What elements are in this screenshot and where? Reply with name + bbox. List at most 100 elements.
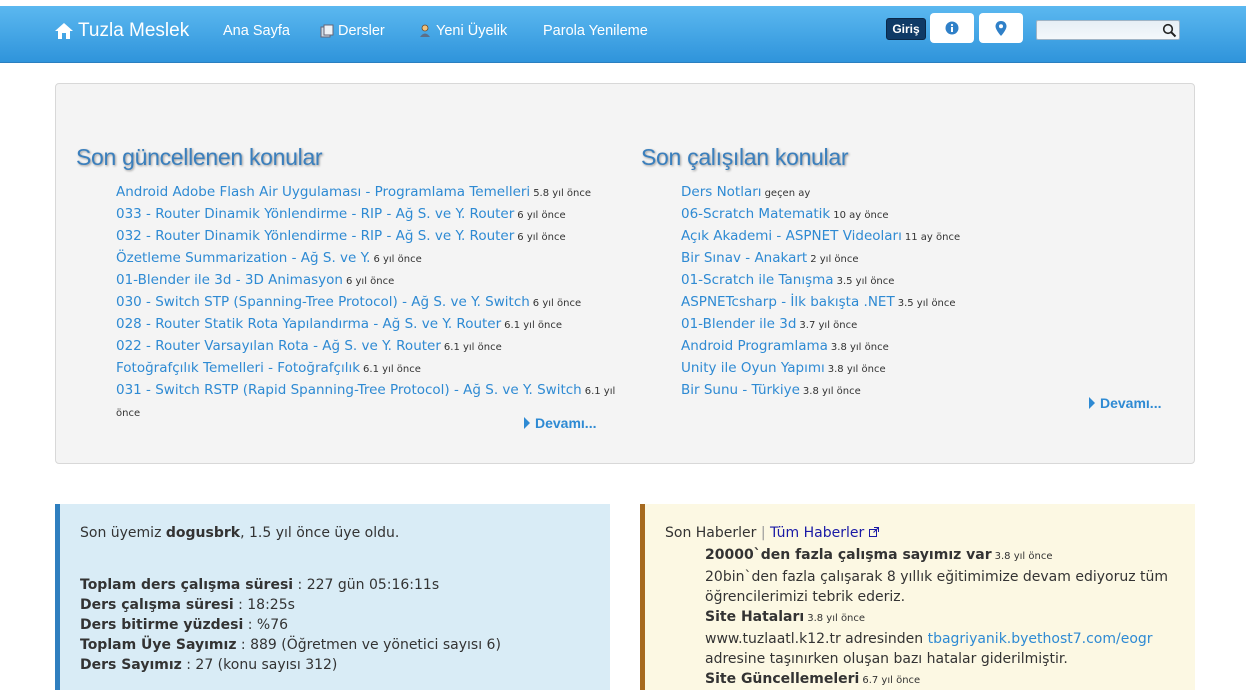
news-panel: Son Haberler | Tüm Haberler 20000`den fa… <box>640 504 1195 690</box>
topic-age: 3.8 yıl önce <box>830 342 889 353</box>
stat-line: Ders çalışma süresi : 18:25s <box>80 595 501 615</box>
topic-link[interactable]: 01-Blender ile 3d <box>681 316 796 332</box>
top-navbar: Tuzla Meslek Ana Sayfa Dersler Yeni Üyel… <box>0 6 1246 63</box>
list-item: Ders Notları geçen ay <box>681 182 1181 204</box>
topic-age: geçen ay <box>764 188 811 199</box>
topic-age: 6 yıl önce <box>517 210 566 221</box>
topic-age: 5.8 yıl önce <box>533 188 592 199</box>
topic-link[interactable]: ASPNETcsharp - İlk bakışta .NET <box>681 294 895 310</box>
topic-age: 11 ay önce <box>904 232 961 243</box>
search-input[interactable] <box>1036 20 1180 40</box>
stats-panel: Son üyemiz dogusbrk, 1.5 yıl önce üye ol… <box>55 504 610 690</box>
topic-link[interactable]: Bir Sınav - Anakart <box>681 250 807 266</box>
stat-label: Toplam ders çalışma süresi <box>80 577 294 593</box>
list-item: Bir Sınav - Anakart 2 yıl önce <box>681 248 1181 270</box>
news-body-text: adresine taşınırken oluşan bazı hatalar … <box>705 651 1068 667</box>
list-item: Açık Akademi - ASPNET Videoları 11 ay önc… <box>681 226 1181 248</box>
list-item: Unity ile Oyun Yapımı 3.8 yıl önce <box>681 358 1181 380</box>
topic-link[interactable]: 030 - Switch STP (Spanning-Tree Protocol… <box>116 294 530 310</box>
list-item: ASPNETcsharp - İlk bakışta .NET 3.5 yıl ö… <box>681 292 1181 314</box>
topic-link[interactable]: Açık Akademi - ASPNET Videoları <box>681 228 902 244</box>
info-icon <box>945 21 959 35</box>
topic-age: 3.8 yıl önce <box>827 364 886 375</box>
topic-link[interactable]: 01-Scratch ile Tanışma <box>681 272 834 288</box>
pages-icon <box>320 24 334 38</box>
topic-link[interactable]: 032 - Router Dinamik Yönlendirme - RIP -… <box>116 228 514 244</box>
news-item-title: 20000`den fazla çalışma sayımız var <box>705 547 992 563</box>
news-header: Son Haberler | Tüm Haberler <box>665 525 879 541</box>
topic-link[interactable]: 033 - Router Dinamik Yönlendirme - RIP -… <box>116 206 514 222</box>
news-separator: | <box>756 525 771 541</box>
external-link-icon <box>868 527 879 537</box>
list-item: 032 - Router Dinamik Yönlendirme - RIP -… <box>116 226 636 248</box>
topic-link[interactable]: Unity ile Oyun Yapımı <box>681 360 825 376</box>
topic-link[interactable]: 031 - Switch RSTP (Rapid Spanning-Tree P… <box>116 382 582 398</box>
news-item-title: Site Hataları <box>705 609 805 625</box>
stat-label: Ders bitirme yüzdesi <box>80 617 244 633</box>
nav-parola-yenileme[interactable]: Parola Yenileme <box>543 23 648 39</box>
stat-line: Ders Sayımız : 27 (konu sayısı 312) <box>80 655 501 675</box>
topic-link[interactable]: Android Adobe Flash Air Uygulaması - Pro… <box>116 184 530 200</box>
topic-link[interactable]: Özetleme Summarization - Ağ S. ve Y. <box>116 250 370 266</box>
stat-line: Toplam ders çalışma süresi : 227 gün 05:… <box>80 575 501 595</box>
list-item: 030 - Switch STP (Spanning-Tree Protocol… <box>116 292 636 314</box>
news-item-age: 3.8 yıl önce <box>807 613 866 624</box>
caret-right-icon <box>1089 397 1095 409</box>
latest-member-text: Son üyemiz dogusbrk, 1.5 yıl önce üye ol… <box>80 525 399 541</box>
nav-ana-sayfa-label: Ana Sayfa <box>223 23 290 39</box>
topic-age: 6.1 yıl önce <box>363 364 421 375</box>
list-item: 01-Blender ile 3d - 3D Animasyon 6 yıl ön… <box>116 270 636 292</box>
latest-member-name: dogusbrk <box>165 525 241 541</box>
stat-value: : 27 (konu sayısı 312) <box>181 657 338 673</box>
news-item: Site Güncellemeleri 6.7 yıl önce <box>705 669 1175 690</box>
user-add-icon <box>420 24 430 37</box>
topic-link[interactable]: 022 - Router Varsayılan Rota - Ağ S. ve … <box>116 338 441 354</box>
list-item: 022 - Router Varsayılan Rota - Ağ S. ve … <box>116 336 636 358</box>
stat-value: : %76 <box>243 617 289 633</box>
list-item: Android Adobe Flash Air Uygulaması - Pro… <box>116 182 636 204</box>
topic-age: 3.7 yıl önce <box>799 320 858 331</box>
nav-parola-yenileme-label: Parola Yenileme <box>543 23 648 39</box>
topics-panel: Son güncellenen konular Android Adobe Fl… <box>55 83 1195 464</box>
recent-studied-list: Ders Notları geçen ay 06-Scratch Matematik… <box>641 182 1181 402</box>
stat-label: Toplam Üye Sayımız <box>80 637 237 653</box>
list-item: Fotoğrafçılık Temelleri - Fotoğrafçılık 6… <box>116 358 636 380</box>
topic-age: 3.5 yıl önce <box>897 298 956 309</box>
topic-link[interactable]: Bir Sunu - Türkiye <box>681 382 800 398</box>
list-item: 01-Scratch ile Tanışma 3.5 yıl önce <box>681 270 1181 292</box>
topic-link[interactable]: Android Programlama <box>681 338 828 354</box>
recent-updated-more-link[interactable]: Devamı... <box>524 415 596 431</box>
map-marker-icon <box>995 20 1007 36</box>
list-item: 028 - Router Statik Rota Yapılandırma - … <box>116 314 636 336</box>
recent-studied-section: Son çalışılan konular Ders Notları geçen … <box>641 144 1181 402</box>
recent-studied-more-link[interactable]: Devamı... <box>1089 395 1161 411</box>
search-icon[interactable] <box>1162 23 1177 38</box>
location-button[interactable] <box>979 13 1023 43</box>
nav-ana-sayfa[interactable]: Ana Sayfa <box>223 23 290 39</box>
stat-line: Ders bitirme yüzdesi : %76 <box>80 615 501 635</box>
info-button[interactable] <box>930 13 974 43</box>
topic-link[interactable]: 028 - Router Statik Rota Yapılandırma - … <box>116 316 501 332</box>
all-news-link[interactable]: Tüm Haberler <box>770 525 864 541</box>
topic-link[interactable]: 06-Scratch Matematik <box>681 206 830 222</box>
topic-link[interactable]: 01-Blender ile 3d - 3D Animasyon <box>116 272 343 288</box>
nav-yeni-uyelik[interactable]: Yeni Üyelik <box>418 23 507 39</box>
login-button[interactable]: Giriş <box>886 18 926 40</box>
more-label: Devamı... <box>1100 395 1162 411</box>
stat-value: : 227 gün 05:16:11s <box>293 577 440 593</box>
stat-line: Toplam Üye Sayımız : 889 (Öğretmen ve yö… <box>80 635 501 655</box>
nav-dersler[interactable]: Dersler <box>320 23 385 39</box>
list-item: 06-Scratch Matematik 10 ay önce <box>681 204 1181 226</box>
news-item: Site Hataları 3.8 yıl önce <box>705 607 1175 629</box>
topic-link[interactable]: Fotoğrafçılık Temelleri - Fotoğrafçılık <box>116 360 360 376</box>
list-item: 01-Blender ile 3d 3.7 yıl önce <box>681 314 1181 336</box>
recent-studied-title: Son çalışılan konular <box>641 144 849 170</box>
list-item: Android Programlama 3.8 yıl önce <box>681 336 1181 358</box>
news-item-body: www.tuzlaatl.k12.tr adresinden tbagriyan… <box>705 629 1175 669</box>
topic-link[interactable]: Ders Notları <box>681 184 762 200</box>
brand-link[interactable]: Tuzla Meslek <box>54 20 189 42</box>
recent-updated-title: Son güncellenen konular <box>76 144 323 170</box>
news-body-link[interactable]: tbagriyanik.byethost7.com/eogr <box>928 631 1153 647</box>
news-list: 20000`den fazla çalışma sayımız var 3.8 y… <box>705 545 1175 690</box>
stats-lines: Toplam ders çalışma süresi : 227 gün 05:… <box>80 575 501 675</box>
